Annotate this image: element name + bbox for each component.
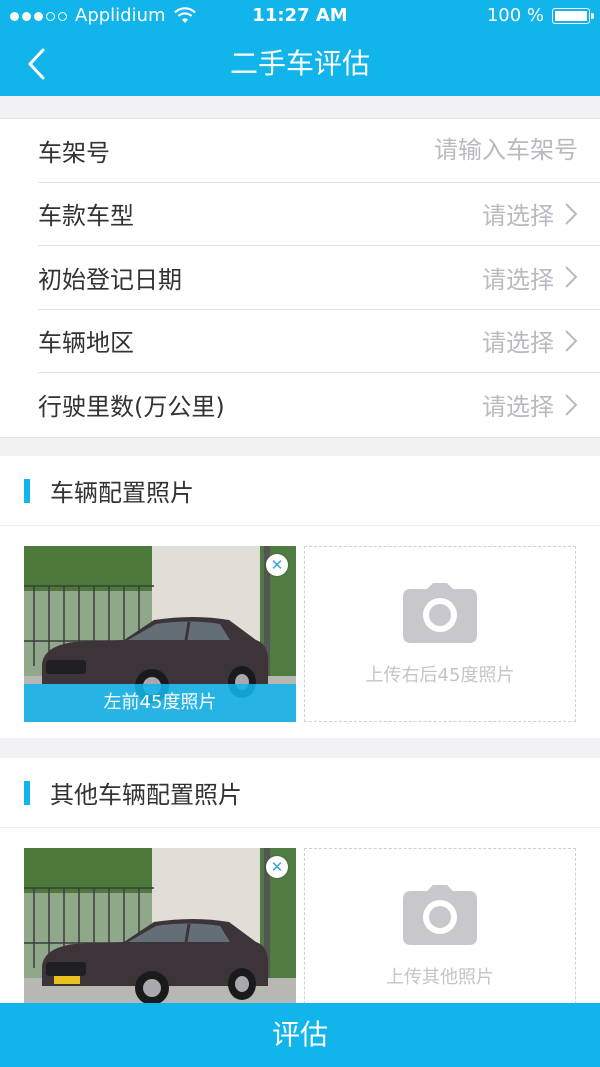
vin-label: 车架号: [38, 138, 110, 167]
page-title: 二手车评估: [229, 47, 370, 80]
camera-icon: [403, 583, 477, 643]
vehicle-photos-section: 车辆配置照片 ✕ 左前45度照片 上传右后45度照片: [0, 456, 600, 738]
mileage-value: 请选择: [482, 393, 554, 422]
screen: Applidium 11:27 AM 100 % 二手车评估 车架号 请输入车架…: [0, 0, 600, 1067]
evaluate-button[interactable]: 评估: [0, 1003, 600, 1067]
registration-date-label: 初始登记日期: [38, 265, 182, 294]
upload-rear-right-photo[interactable]: 上传右后45度照片: [304, 546, 576, 722]
section-header: 车辆配置照片: [0, 456, 600, 526]
region-row[interactable]: 车辆地区 请选择: [38, 310, 600, 373]
status-right: 100 %: [486, 0, 594, 32]
mileage-row[interactable]: 行驶里数(万公里) 请选择: [38, 373, 600, 437]
other-photo[interactable]: ✕: [24, 848, 296, 1024]
upload-label: 上传其他照片: [386, 967, 494, 988]
other-photos-section: 其他车辆配置照片 ✕ 上传其他照片: [0, 758, 600, 1024]
remove-photo-button[interactable]: ✕: [266, 554, 288, 576]
car-photo-image: [24, 848, 296, 1024]
registration-date-row[interactable]: 初始登记日期 请选择: [38, 246, 600, 310]
section-accent-bar: [24, 780, 30, 805]
section-title: 车辆配置照片: [50, 479, 194, 507]
chevron-right-icon: [565, 394, 578, 416]
region-value: 请选择: [482, 329, 554, 358]
nav-bar: 二手车评估: [0, 32, 600, 96]
status-bar: Applidium 11:27 AM 100 %: [0, 0, 600, 32]
region-label: 车辆地区: [38, 329, 134, 358]
header: Applidium 11:27 AM 100 % 二手车评估: [0, 0, 600, 96]
section-title: 其他车辆配置照片: [50, 781, 242, 809]
section-accent-bar: [24, 478, 30, 503]
chevron-right-icon: [565, 266, 578, 288]
remove-photo-button[interactable]: ✕: [266, 856, 288, 878]
battery-icon: [552, 8, 594, 24]
model-value: 请选择: [482, 202, 554, 231]
photo-caption: 左前45度照片: [24, 684, 296, 722]
vin-row: 车架号: [38, 119, 600, 183]
front-left-photo[interactable]: ✕ 左前45度照片: [24, 546, 296, 722]
upload-other-photo[interactable]: 上传其他照片: [304, 848, 576, 1024]
section-header: 其他车辆配置照片: [0, 758, 600, 828]
model-label: 车款车型: [38, 202, 134, 231]
registration-date-value: 请选择: [482, 265, 554, 294]
battery-percent: 100 %: [486, 5, 544, 26]
photo-grid: ✕ 左前45度照片 上传右后45度照片: [0, 526, 600, 738]
vin-input[interactable]: [358, 136, 578, 165]
upload-label: 上传右后45度照片: [365, 665, 515, 686]
chevron-right-icon: [565, 330, 578, 352]
vehicle-info-form: 车架号 车款车型 请选择 初始登记日期 请选择 车辆地区 请选择 行驶里: [0, 118, 600, 438]
model-row[interactable]: 车款车型 请选择: [38, 183, 600, 246]
chevron-right-icon: [565, 203, 578, 225]
camera-icon: [403, 885, 477, 945]
mileage-label: 行驶里数(万公里): [38, 393, 225, 422]
